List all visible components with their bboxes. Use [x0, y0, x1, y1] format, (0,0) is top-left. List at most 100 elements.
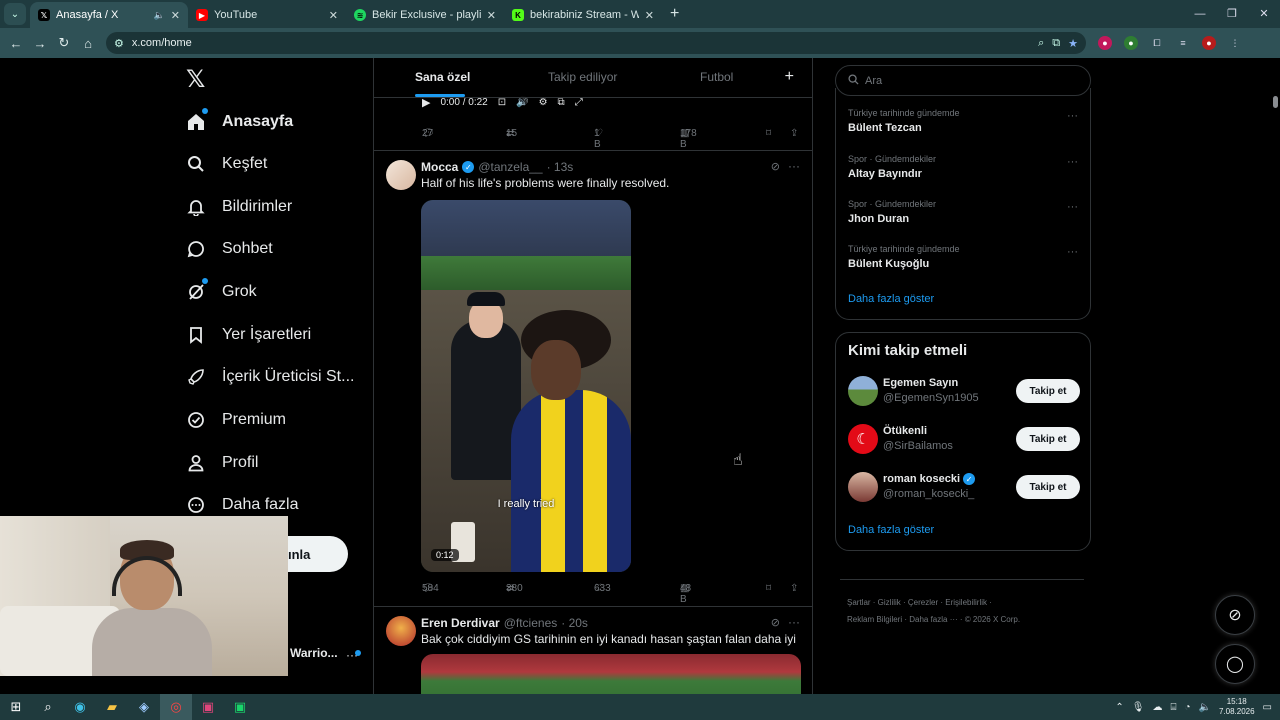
- home-icon[interactable]: ⌂: [76, 36, 100, 51]
- profile-avatar[interactable]: ●: [1202, 36, 1216, 50]
- follow-button[interactable]: Takip et: [1016, 379, 1080, 403]
- avatar[interactable]: [848, 472, 878, 502]
- nav-chat[interactable]: Sohbet: [186, 229, 273, 269]
- avatar[interactable]: [386, 160, 416, 190]
- clock[interactable]: 15:18 7.08.2026: [1219, 697, 1255, 717]
- new-tab-button[interactable]: +: [670, 5, 679, 23]
- site-info-icon[interactable]: ⚙: [114, 37, 124, 50]
- footer-link-more[interactable]: Daha fazla ···: [909, 615, 957, 624]
- microphone-icon[interactable]: 🎙︎: [1132, 702, 1145, 713]
- tab-spotify[interactable]: ≋ Bekir Exclusive - playlist by Bekir ✕: [346, 2, 504, 28]
- nav-profile[interactable]: Profil: [186, 443, 258, 483]
- close-window-icon[interactable]: ✕: [1248, 0, 1280, 28]
- wifi-icon[interactable]: ◔: [1184, 702, 1190, 713]
- tab-kick[interactable]: K bekirabiniz Stream - Watch Live ✕: [504, 2, 662, 28]
- author-name[interactable]: Mocca: [421, 160, 458, 174]
- tab-search-icon[interactable]: ⌄: [4, 3, 26, 25]
- follow-button[interactable]: Takip et: [1016, 427, 1080, 451]
- volume-icon[interactable]: 🔊: [516, 97, 528, 108]
- scrollbar-thumb[interactable]: [1273, 96, 1278, 108]
- nav-bookmarks[interactable]: Yer İşaretleri: [186, 315, 311, 355]
- captions-icon[interactable]: ⊡: [498, 97, 506, 108]
- zoom-icon[interactable]: ⌕: [1038, 37, 1044, 50]
- tab-search-icon[interactable]: ≡: [1176, 36, 1190, 50]
- close-icon[interactable]: ✕: [645, 9, 654, 22]
- tweet-time[interactable]: · 20s: [561, 616, 588, 630]
- x-logo-icon[interactable]: 𝕏: [186, 68, 210, 92]
- edge-icon[interactable]: ◉: [64, 694, 96, 720]
- author-name[interactable]: Eren Derdivar: [421, 616, 500, 630]
- turkish-flag-icon[interactable]: ☾: [848, 424, 878, 454]
- fullscreen-icon[interactable]: ⤢: [575, 97, 583, 108]
- notifications-icon[interactable]: ▭: [1263, 702, 1272, 713]
- close-icon[interactable]: ✕: [329, 9, 338, 22]
- trend-item[interactable]: Spor · Gündemdekiler Jhon Duran ···: [848, 199, 1078, 225]
- network-icon[interactable]: ⌸: [1170, 702, 1176, 713]
- search-input[interactable]: Ara: [835, 65, 1091, 96]
- search-icon[interactable]: ⌕: [32, 694, 64, 720]
- grok-icon[interactable]: ⊘: [771, 160, 780, 173]
- tab-youtube[interactable]: ▶ YouTube ✕: [188, 2, 346, 28]
- volume-icon[interactable]: 🔈: [1199, 702, 1211, 713]
- nav-premium[interactable]: Premium: [186, 400, 286, 440]
- author-handle[interactable]: @tanzela__: [478, 160, 542, 174]
- windows-start-icon[interactable]: ⊞: [0, 694, 32, 720]
- tab-following[interactable]: Takip ediliyor: [548, 70, 617, 84]
- avatar[interactable]: [848, 376, 878, 406]
- footer-link-ads[interactable]: Reklam Bilgileri: [847, 615, 902, 624]
- more-icon[interactable]: ···: [788, 615, 800, 629]
- cloud-icon[interactable]: ☁: [1152, 702, 1162, 713]
- back-icon[interactable]: ←: [4, 36, 28, 51]
- nav-notifications[interactable]: Bildirimler: [186, 187, 292, 227]
- suggested-user[interactable]: ☾ Ötükenli @SirBailamos Takip et: [848, 424, 1080, 456]
- show-more-link[interactable]: Daha fazla göster: [848, 293, 934, 305]
- nav-home[interactable]: Anasayfa: [186, 102, 293, 142]
- close-icon[interactable]: ✕: [171, 9, 180, 22]
- chrome-icon[interactable]: ◎: [160, 694, 192, 720]
- app-icon[interactable]: ▣: [192, 694, 224, 720]
- nav-grok[interactable]: Grok: [186, 272, 257, 312]
- footer-link-terms[interactable]: Şartlar: [847, 598, 871, 607]
- more-icon[interactable]: ···: [1067, 201, 1078, 213]
- tab-football[interactable]: Futbol: [700, 70, 733, 84]
- tweet-image[interactable]: [421, 654, 801, 694]
- tab-for-you[interactable]: Sana özel: [415, 70, 470, 84]
- show-more-link[interactable]: Daha fazla göster: [848, 524, 934, 536]
- add-tab-button[interactable]: +: [785, 68, 794, 86]
- footer-link-privacy[interactable]: Gizlilik: [878, 598, 901, 607]
- reload-icon[interactable]: ↻: [52, 35, 76, 51]
- pip-icon[interactable]: ⧉: [558, 97, 565, 108]
- nav-explore[interactable]: Keşfet: [186, 144, 267, 184]
- trend-item[interactable]: Türkiye tarihinde gündemde Bülent Tezcan…: [848, 108, 1078, 134]
- address-bar[interactable]: ⚙ x.com/home ⌕ ⧉ ★: [106, 32, 1086, 54]
- tweet-video[interactable]: I really tried 0:12: [421, 200, 631, 572]
- footer-link-accessibility[interactable]: Erişilebilirlik: [945, 598, 987, 607]
- install-icon[interactable]: ⧉: [1052, 37, 1060, 50]
- browser-menu-icon[interactable]: ⋮: [1228, 36, 1242, 50]
- messages-fab-button[interactable]: ◯: [1215, 644, 1255, 684]
- star-icon[interactable]: ★: [1068, 37, 1078, 50]
- trend-item[interactable]: Türkiye tarihinde gündemde Bülent Kuşoğl…: [848, 244, 1078, 270]
- more-icon[interactable]: ···: [788, 159, 800, 173]
- nav-creator-studio[interactable]: İçerik Üreticisi St...: [186, 357, 354, 397]
- app-icon[interactable]: ▣: [224, 694, 256, 720]
- store-icon[interactable]: ◈: [128, 694, 160, 720]
- grok-fab-button[interactable]: ⊘: [1215, 595, 1255, 635]
- avatar[interactable]: [386, 616, 416, 646]
- grok-icon[interactable]: ⊘: [771, 616, 780, 629]
- more-icon[interactable]: ···: [1067, 156, 1078, 168]
- account-name[interactable]: Warrio...: [290, 646, 338, 660]
- suggested-user[interactable]: roman kosecki ✓ @roman_kosecki_ Takip et: [848, 472, 1080, 504]
- more-icon[interactable]: ···: [1067, 110, 1078, 122]
- speaker-icon[interactable]: 🔈: [154, 10, 165, 21]
- follow-button[interactable]: Takip et: [1016, 475, 1080, 499]
- trend-item[interactable]: Spor · Gündemdekiler Altay Bayındır ···: [848, 154, 1078, 180]
- restore-icon[interactable]: ❐: [1216, 0, 1248, 28]
- suggested-user[interactable]: Egemen Sayın @EgemenSyn1905 Takip et: [848, 376, 1080, 408]
- tab-x[interactable]: 𝕏 Anasayfa / X 🔈 ✕: [30, 2, 188, 28]
- tweet-time[interactable]: · 13s: [547, 160, 574, 174]
- scrollbar[interactable]: [1270, 58, 1280, 694]
- close-icon[interactable]: ✕: [487, 9, 496, 22]
- extension-icon[interactable]: ●: [1098, 36, 1112, 50]
- extension-icon[interactable]: ●: [1124, 36, 1138, 50]
